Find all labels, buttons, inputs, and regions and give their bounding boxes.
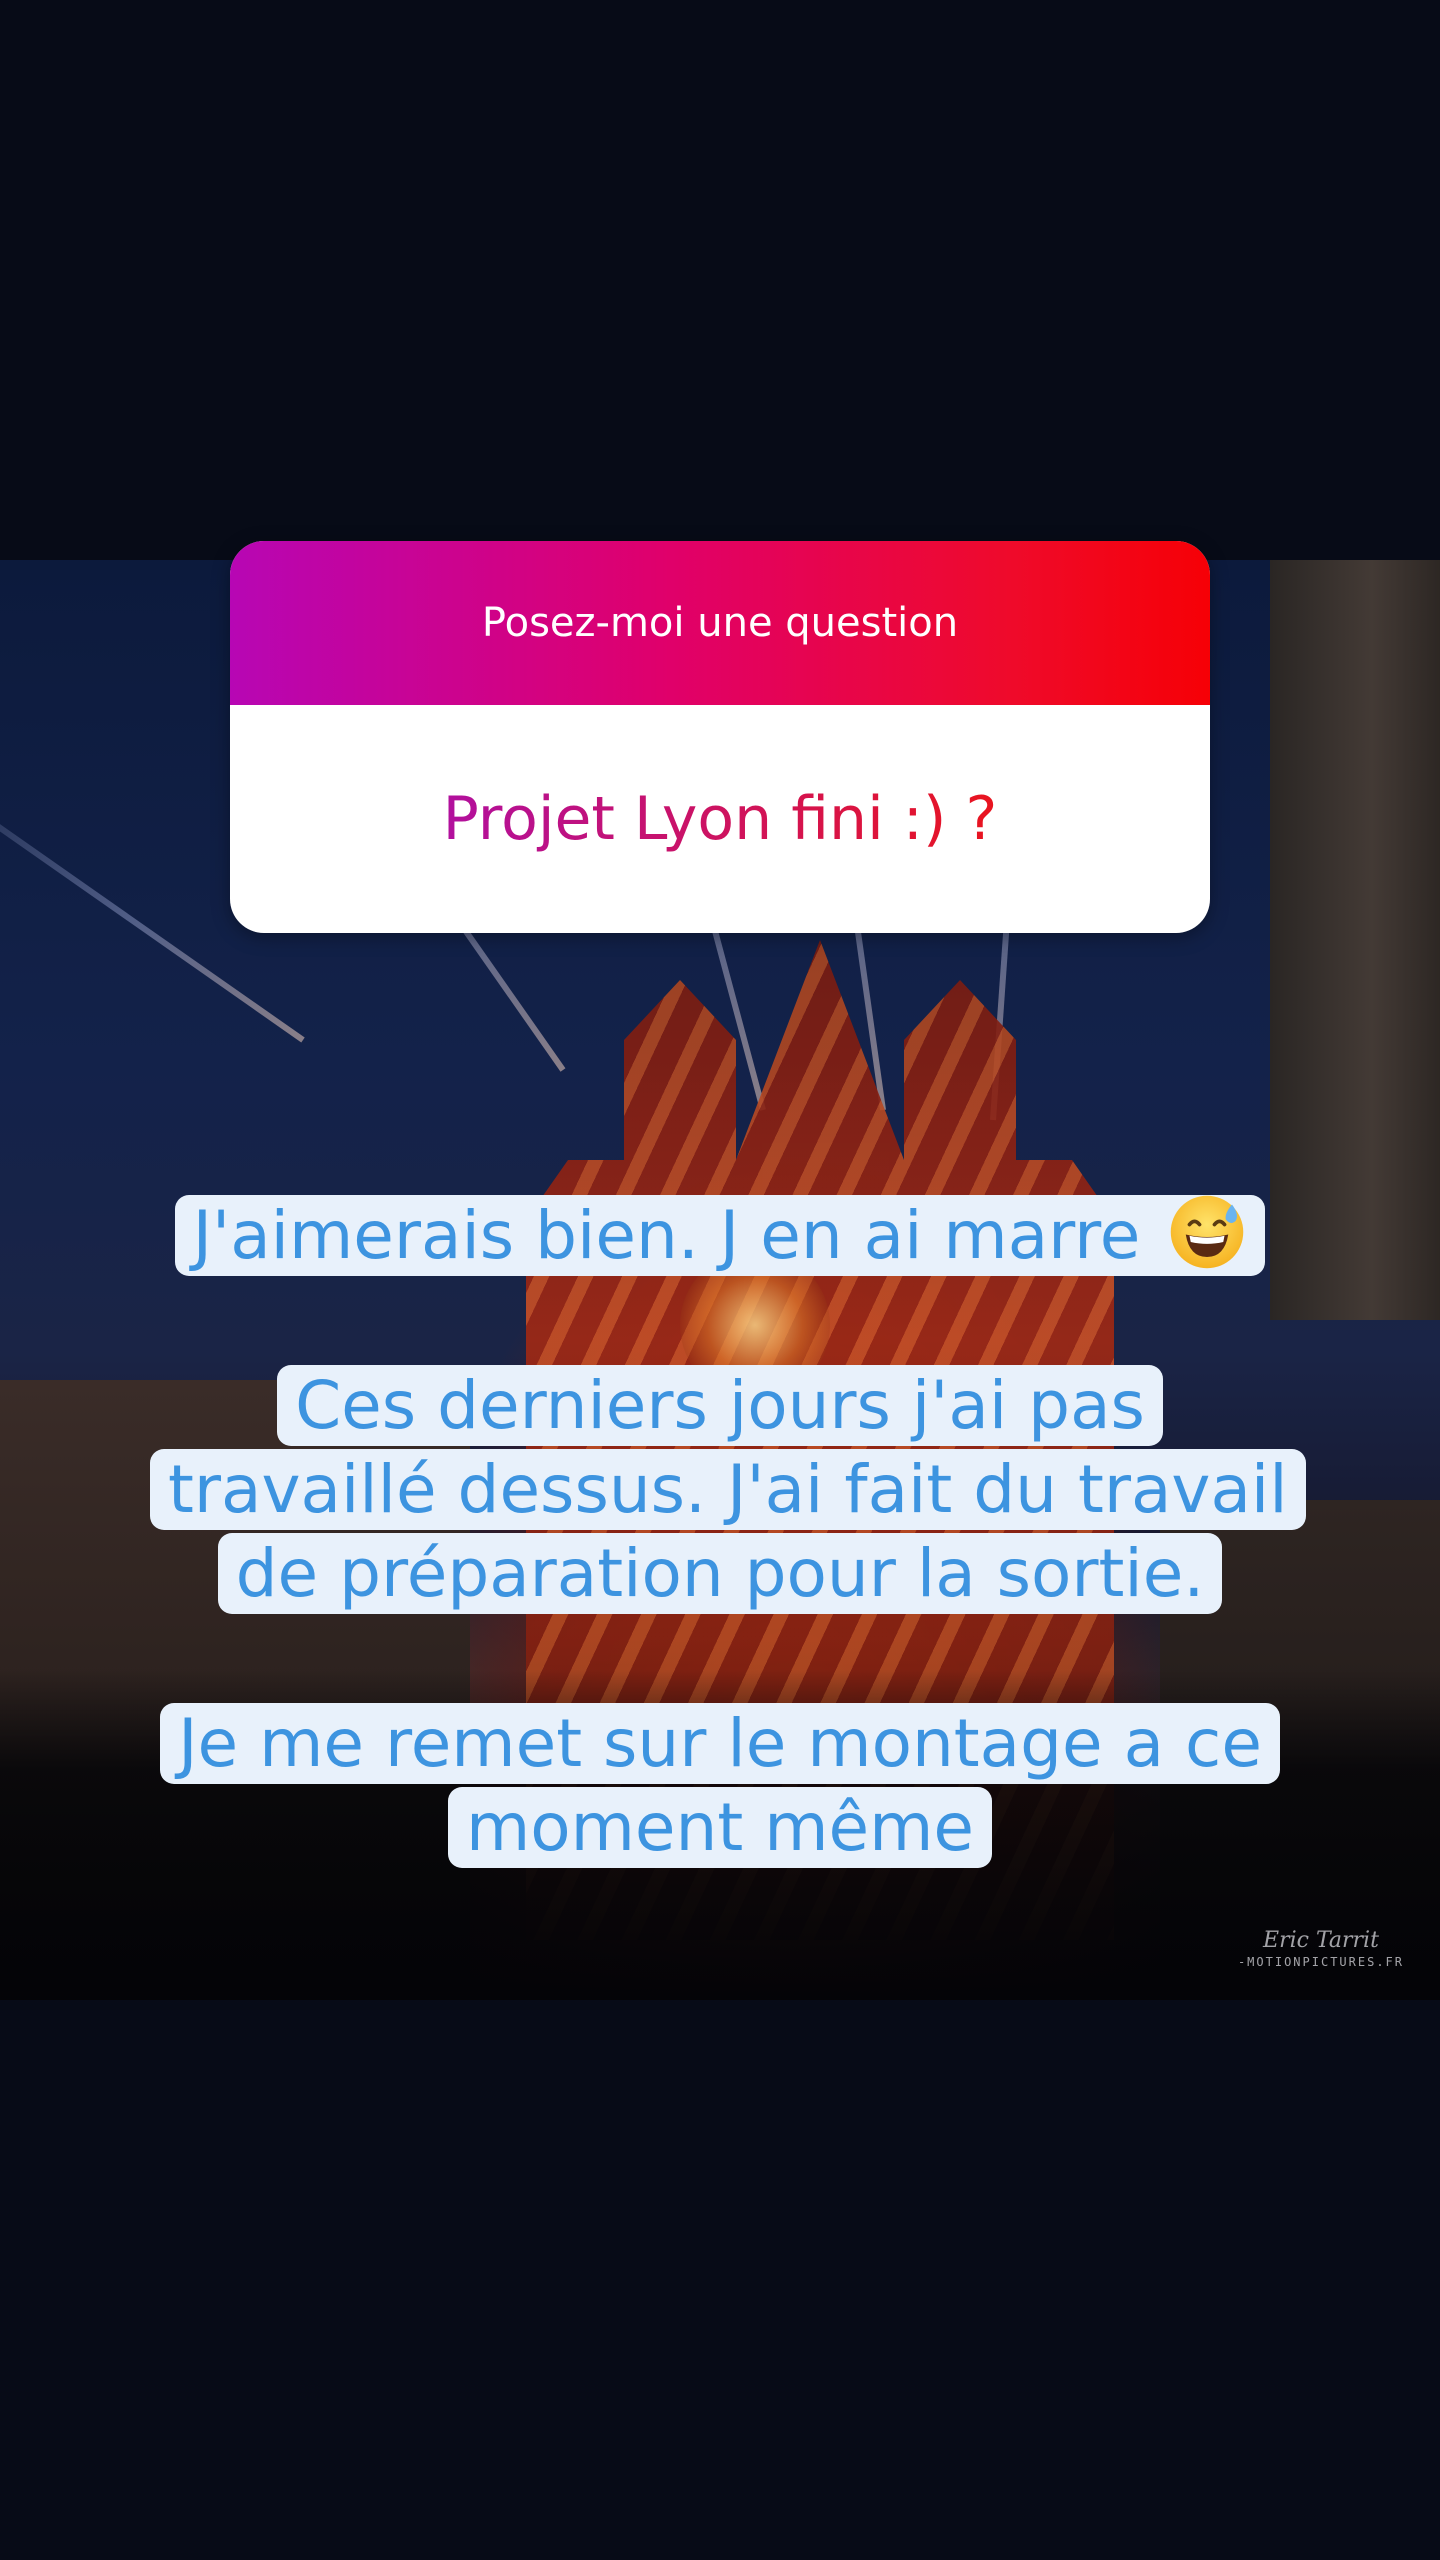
answer-text-3: Je me remet sur le montage a ce moment m… (0, 1702, 1440, 1870)
question-sticker-header: Posez-moi une question (230, 541, 1210, 705)
answer-text-3-content: Je me remet sur le montage a ce moment m… (160, 1703, 1280, 1868)
answer-text-2-content: Ces derniers jours j'ai pas travaillé de… (150, 1365, 1306, 1614)
grinning-face-with-sweat-icon (1171, 1195, 1244, 1269)
answer-text-1: J'aimerais bien. J en ai marre (0, 1192, 1440, 1278)
answer-text-1-content: J'aimerais bien. J en ai marre (192, 1197, 1141, 1274)
watermark-site: -MOTIONPICTURES.FR (1237, 1955, 1404, 1969)
question-text: Projet Lyon fini :) ? (442, 784, 998, 854)
photo-watermark: Eric Tarrit -MOTIONPICTURES.FR (1238, 1928, 1404, 1969)
answer-text-1-highlight: J'aimerais bien. J en ai marre (174, 1195, 1266, 1276)
watermark-signature: Eric Tarrit (1263, 1928, 1379, 1953)
question-sticker-title: Posez-moi une question (481, 600, 959, 646)
answer-text-2: Ces derniers jours j'ai pas travaillé de… (0, 1364, 1440, 1616)
question-sticker-body: Projet Lyon fini :) ? (230, 705, 1210, 933)
question-sticker[interactable]: Posez-moi une question Projet Lyon fini … (230, 541, 1210, 933)
story-canvas: Eric Tarrit -MOTIONPICTURES.FR Posez-moi… (0, 0, 1440, 2560)
